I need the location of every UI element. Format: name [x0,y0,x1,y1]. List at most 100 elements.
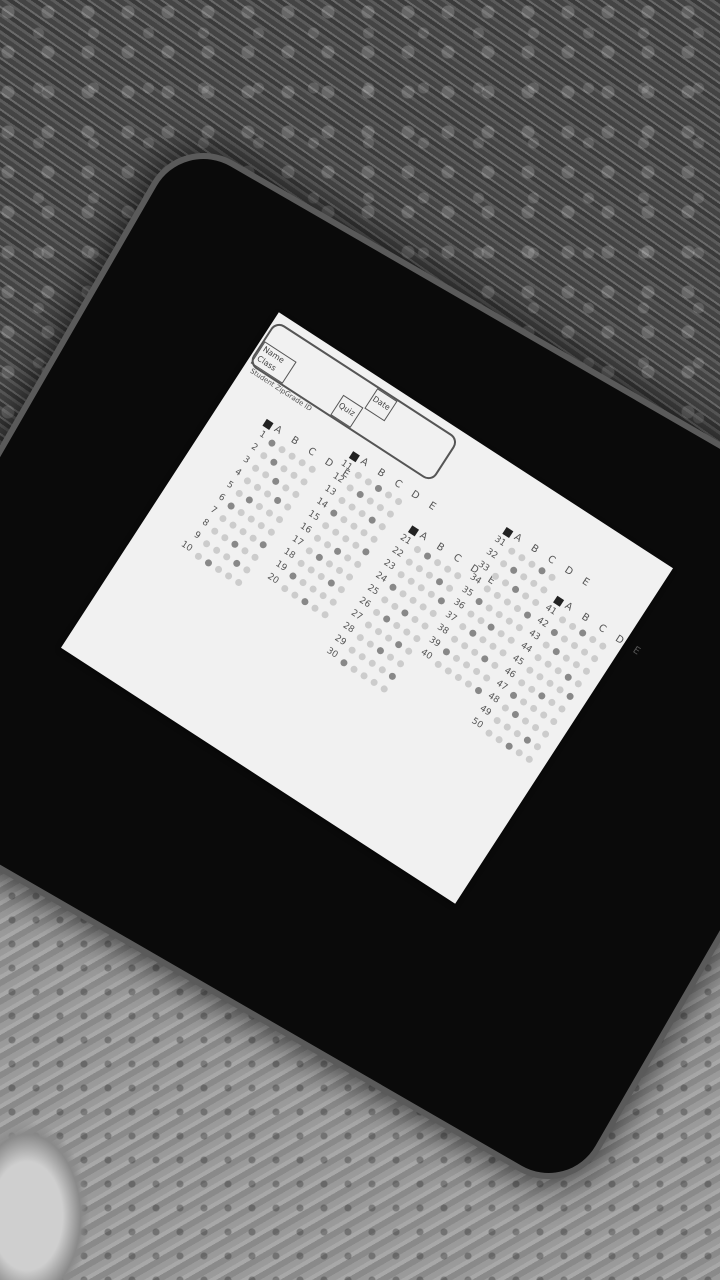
answer-bubble[interactable] [365,639,376,649]
answer-bubble[interactable] [395,658,406,669]
answer-bubble[interactable] [510,584,521,595]
answer-bubble[interactable] [385,509,396,519]
answer-bubble[interactable] [298,577,308,588]
answer-bubble[interactable] [337,495,347,506]
answer-bubble[interactable] [322,539,333,550]
answer-bubble[interactable] [396,569,406,580]
answer-bubble[interactable] [573,678,584,689]
answer-bubble[interactable] [349,521,359,532]
answer-bubble[interactable] [345,483,356,493]
answer-bubble[interactable] [304,546,315,556]
answer-bubble[interactable] [426,589,437,600]
answer-bubble[interactable] [541,640,552,650]
answer-bubble[interactable] [561,653,572,664]
answer-bubble[interactable] [344,572,355,582]
answer-bubble[interactable] [193,551,204,562]
answer-bubble[interactable] [355,632,366,643]
answer-bubble[interactable] [336,584,347,595]
answer-bubble[interactable] [441,646,452,657]
answer-bubble[interactable] [289,470,299,481]
answer-bubble[interactable] [463,679,474,689]
answer-bubble[interactable] [540,729,551,739]
answer-bubble[interactable] [230,539,240,550]
answer-bubble[interactable] [434,576,445,587]
answer-bubble[interactable] [404,557,415,567]
answer-bubble[interactable] [351,540,361,551]
answer-bubble[interactable] [332,546,343,557]
answer-bubble[interactable] [203,558,214,568]
answer-bubble[interactable] [559,634,570,644]
answer-bubble[interactable] [310,603,320,614]
answer-bubble[interactable] [316,571,327,582]
answer-bubble[interactable] [355,489,366,500]
answer-bubble[interactable] [280,483,291,493]
answer-bubble[interactable] [553,665,564,676]
answer-bubble[interactable] [442,564,453,575]
answer-bubble[interactable] [367,658,378,669]
answer-bubble[interactable] [504,616,515,626]
answer-bubble[interactable] [466,609,476,619]
answer-bubble[interactable] [528,703,539,714]
answer-bubble[interactable] [233,577,244,588]
answer-bubble[interactable] [363,477,374,487]
answer-bubble[interactable] [498,558,509,569]
answer-bubble[interactable] [555,685,565,695]
answer-bubble[interactable] [401,627,412,637]
answer-bubble[interactable] [326,578,337,588]
answer-bubble[interactable] [258,539,269,550]
answer-bubble[interactable] [589,653,600,664]
answer-bubble[interactable] [524,754,535,765]
answer-bubble[interactable] [379,684,390,694]
answer-bubble[interactable] [459,640,470,651]
answer-bubble[interactable] [547,697,557,708]
answer-bubble[interactable] [299,477,309,487]
answer-bubble[interactable] [443,666,454,676]
answer-bubble[interactable] [557,704,567,714]
answer-bubble[interactable] [517,552,527,563]
answer-bubble[interactable] [324,559,335,569]
answer-bubble[interactable] [478,634,488,645]
answer-bubble[interactable] [219,532,230,543]
answer-bubble[interactable] [359,527,369,538]
answer-bubble[interactable] [308,584,318,594]
answer-bubble[interactable] [548,716,559,727]
answer-bubble[interactable] [424,570,435,581]
answer-bubble[interactable] [270,476,281,487]
answer-bubble[interactable] [373,483,384,494]
answer-bubble[interactable] [264,508,275,518]
answer-bubble[interactable] [256,520,267,531]
answer-bubble[interactable] [484,728,494,738]
answer-bubble[interactable] [347,645,357,656]
answer-bubble[interactable] [342,553,353,563]
answer-bubble[interactable] [242,476,253,486]
answer-bubble[interactable] [468,628,478,639]
answer-bubble[interactable] [569,640,580,651]
answer-bubble[interactable] [353,470,364,481]
answer-bubble[interactable] [506,546,517,557]
answer-bubble[interactable] [383,633,394,643]
answer-bubble[interactable] [274,514,285,525]
answer-bubble[interactable] [520,591,531,601]
answer-bubble[interactable] [410,614,420,625]
answer-bubble[interactable] [269,457,279,468]
answer-bubble[interactable] [508,690,519,701]
answer-bubble[interactable] [502,597,513,607]
answer-bubble[interactable] [349,664,359,675]
answer-bubble[interactable] [539,585,549,595]
answer-bubble[interactable] [571,659,582,670]
answer-bubble[interactable] [563,672,574,683]
answer-bubble[interactable] [213,564,224,575]
answer-bubble[interactable] [357,651,368,662]
answer-bubble[interactable] [537,565,547,576]
answer-bubble[interactable] [538,710,549,720]
answer-bubble[interactable] [516,677,527,688]
answer-bubble[interactable] [492,590,503,601]
answer-bubble[interactable] [528,578,539,589]
answer-bubble[interactable] [547,572,557,583]
answer-bubble[interactable] [377,521,388,532]
answer-bubble[interactable] [211,545,222,556]
answer-bubble[interactable] [250,463,261,474]
answer-bubble[interactable] [383,490,394,500]
answer-bubble[interactable] [469,647,480,658]
answer-bubble[interactable] [365,496,376,506]
